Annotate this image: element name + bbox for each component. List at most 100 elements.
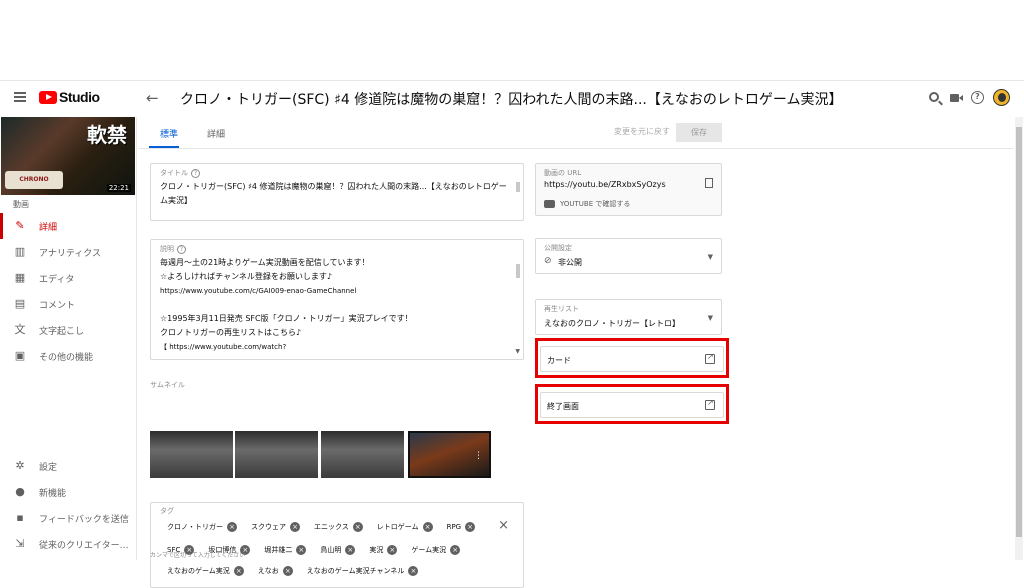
dropdown-arrow-icon[interactable]: ▼ (708, 314, 713, 322)
tag-text: えなお (257, 567, 279, 575)
remove-tag-icon[interactable]: × (233, 566, 244, 576)
thumbnail-kanji-text: 軟禁 (87, 123, 127, 147)
tag-chip[interactable]: えなおのゲーム実況チャンネル × (307, 566, 419, 576)
copy-icon[interactable] (705, 178, 713, 188)
sidebar-item-label: アナリティクス (39, 249, 102, 259)
tag-text: レトロゲーム (376, 523, 419, 531)
classic-studio-icon: ⇲ (15, 537, 25, 550)
sidebar-item-transcription[interactable]: 文 文字起こし (0, 317, 136, 343)
clear-tags-icon[interactable]: × (498, 518, 509, 533)
youtube-check-link[interactable]: YOUTUBE で確認する (560, 199, 630, 209)
playlist-label: 再生リスト (544, 305, 579, 313)
title-field-value[interactable]: クロノ・トリガー(SFC) ♯4 修道院は魔物の巣窟！？囚われた人間の末路...… (160, 180, 512, 208)
sidebar-item-whats-new[interactable]: ● 新機能 (0, 479, 136, 505)
tab-standard[interactable]: 標準 (160, 127, 178, 140)
sidebar-item-details[interactable]: ✎ 詳細 (0, 213, 136, 239)
remove-tag-icon[interactable]: × (422, 522, 433, 532)
tag-chip[interactable]: えなおのゲーム実況 × (167, 566, 244, 576)
video-url-label: 動画の URL (544, 169, 582, 177)
thumbnail-option-1[interactable] (150, 431, 233, 478)
back-arrow-icon[interactable]: ← (146, 89, 159, 107)
more-options-icon[interactable]: ⋮ (805, 90, 818, 105)
description-line: ☆1995年3月11日発売 SFC版「クロノ・トリガー」実況プレイです！ (160, 314, 413, 323)
thumbnail-option-custom-selected[interactable]: ⋮ (408, 431, 491, 478)
create-video-icon[interactable] (950, 94, 963, 102)
sidebar-item-analytics[interactable]: ▥ アナリティクス (0, 239, 136, 265)
tag-chip[interactable]: 実況 × (369, 545, 398, 555)
open-in-new-icon[interactable] (705, 398, 715, 410)
description-field[interactable]: 説明? 毎週月～土の21時よりゲーム実況動画を配信しています！ ☆よろしければチ… (150, 239, 524, 360)
undo-changes-button[interactable]: 変更を元に戻す (614, 126, 670, 137)
description-line: ☆よろしければチャンネル登録をお願いします♪ (160, 272, 333, 281)
title-scrollbar[interactable] (516, 182, 520, 192)
remove-tag-icon[interactable]: × (408, 566, 419, 576)
hamburger-menu-icon[interactable] (14, 92, 26, 102)
help-icon[interactable]: ? (191, 168, 200, 178)
playlist-value: えなおのクロノ・トリガー【レトロ】 (544, 319, 680, 328)
dropdown-arrow-icon[interactable]: ▼ (708, 253, 713, 261)
video-url-link[interactable]: https://youtu.be/ZRxbxSyOzys (544, 180, 666, 189)
title-field-label: タイトル (160, 169, 188, 177)
tag-chip[interactable]: えなお × (258, 566, 293, 576)
remove-tag-icon[interactable]: × (352, 522, 363, 532)
scrollbar-thumb[interactable] (1016, 127, 1022, 537)
scroll-down-icon[interactable]: ▼ (515, 348, 520, 355)
tag-chip[interactable]: 堀井雄二 × (264, 545, 307, 555)
help-icon[interactable]: ? (971, 91, 984, 104)
search-icon[interactable] (929, 92, 939, 102)
sidebar-item-settings[interactable]: ✲ 設定 (0, 453, 136, 479)
sidebar-item-feedback[interactable]: ▪ フィードバックを送信 (0, 505, 136, 531)
video-duration: 22:21 (106, 184, 131, 192)
endscreen-button[interactable]: 終了画面 (540, 392, 724, 418)
visibility-select[interactable]: 公開設定 ⊘ 非公開 ▼ (535, 238, 722, 274)
remove-tag-icon[interactable]: × (290, 522, 300, 532)
youtube-play-icon (544, 200, 555, 208)
remove-tag-icon[interactable]: × (345, 545, 356, 555)
tag-chip[interactable]: ゲーム実況 × (411, 545, 461, 555)
sidebar-item-label: フィードバックを送信 (39, 515, 129, 525)
remove-tag-icon[interactable]: × (296, 545, 307, 555)
playlist-select[interactable]: 再生リスト えなおのクロノ・トリガー【レトロ】 ▼ (535, 299, 722, 335)
help-icon[interactable]: ? (177, 244, 186, 254)
remove-tag-icon[interactable]: × (450, 545, 461, 555)
thumbnail-more-icon[interactable]: ⋮ (474, 451, 483, 461)
remove-tag-icon[interactable]: × (227, 522, 237, 532)
tag-chip[interactable]: エニックス × (314, 522, 363, 532)
description-scrollbar[interactable] (516, 264, 520, 278)
page-scrollbar[interactable] (1015, 117, 1023, 560)
title-value-line: クロノ・トリガー(SFC) ♯4 修道院は魔物の巣窟！？囚われた人間の末路...… (160, 182, 507, 191)
remove-tag-icon[interactable]: × (387, 545, 398, 555)
visibility-value: 非公開 (558, 258, 582, 267)
open-in-new-icon[interactable] (705, 352, 715, 364)
tag-chip[interactable]: スクウェア × (251, 522, 300, 532)
video-title-heading: クロノ・トリガー(SFC) ♯4 修道院は魔物の巣窟！？囚われた人間の末路...… (180, 92, 843, 108)
tag-text: 鳥山明 (320, 546, 342, 554)
tag-chip[interactable]: レトロゲーム × (377, 522, 433, 532)
thumbnail-option-3[interactable] (321, 431, 404, 478)
tag-chip[interactable]: クロノ・トリガー × (167, 522, 237, 532)
cards-button[interactable]: カード (540, 346, 724, 372)
studio-logo-text[interactable]: Studio (59, 89, 100, 105)
tag-chip[interactable]: 鳥山明 × (320, 545, 356, 555)
remove-tag-icon[interactable]: × (282, 566, 293, 576)
tag-text: RPG (446, 523, 462, 531)
sidebar-item-editor[interactable]: ▦ エディタ (0, 265, 136, 291)
youtube-logo-icon[interactable] (39, 91, 57, 104)
description-line: 毎週月～土の21時よりゲーム実況動画を配信しています！ (160, 258, 370, 267)
tab-advanced[interactable]: 詳細 (207, 127, 225, 140)
eye-off-icon: ⊘ (544, 256, 552, 266)
top-header: Studio ← クロノ・トリガー(SFC) ♯4 修道院は魔物の巣窟！？囚われ… (0, 81, 1024, 117)
avatar[interactable] (993, 89, 1010, 106)
sidebar-item-classic-studio[interactable]: ⇲ 従来のクリエイター… (0, 531, 136, 557)
title-field[interactable]: タイトル? クロノ・トリガー(SFC) ♯4 修道院は魔物の巣窟！？囚われた人間… (150, 163, 524, 221)
video-thumbnail[interactable]: 軟禁 CHRONO TRIGGER 22:21 (1, 117, 135, 195)
sidebar-item-comments[interactable]: ▤ コメント (0, 291, 136, 317)
tag-chip[interactable]: RPG × (447, 522, 476, 532)
sidebar-item-other-features[interactable]: ▣ その他の機能 (0, 343, 136, 369)
description-text[interactable]: 毎週月～土の21時よりゲーム実況動画を配信しています！ ☆よろしければチャンネル… (160, 256, 512, 354)
cards-label: カード (547, 356, 571, 365)
remove-tag-icon[interactable]: × (465, 522, 476, 532)
save-button[interactable]: 保存 (676, 123, 722, 142)
thumbnail-option-2[interactable] (235, 431, 318, 478)
tags-field[interactable]: タグ クロノ・トリガー × スクウェア × エニックス × レトロゲーム × RPG × … (150, 502, 524, 588)
